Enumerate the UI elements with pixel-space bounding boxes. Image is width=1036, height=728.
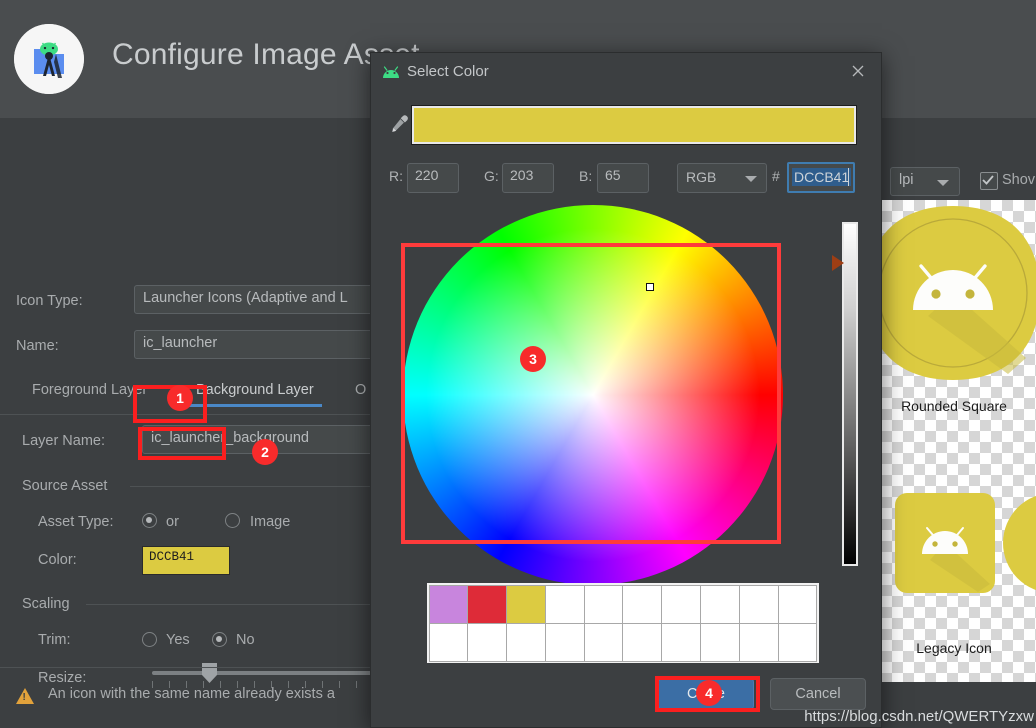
hex-input-value: DCCB41 [792,168,852,186]
dialog-titlebar: Select Color [371,53,881,93]
color-field[interactable]: DCCB41 [142,546,230,575]
name-label: Name: [16,338,59,354]
palette-swatch[interactable] [661,622,702,662]
annotation-badge-3: 3 [520,346,546,372]
brightness-slider[interactable] [842,222,858,566]
preview-rounded-square-label: Rounded Square [901,398,1007,414]
selected-color-preview [411,105,857,145]
b-label: B: [579,168,593,184]
palette-swatch[interactable] [777,584,818,624]
palette-swatch[interactable] [428,584,469,624]
color-label: Color: [38,552,77,568]
dialog-title: Select Color [407,63,489,80]
asset-type-image-label: Image [250,514,291,530]
palette-swatch[interactable] [467,622,508,662]
preview-legacy-icon-label: Legacy Icon [916,640,992,656]
r-label: R: [389,168,403,184]
trim-yes-radio[interactable] [142,632,157,647]
preview-legacy-icon [895,493,995,593]
asset-type-label: Asset Type: [38,514,114,530]
palette-swatch[interactable] [661,584,702,624]
palette-swatch[interactable] [544,622,585,662]
palette-swatch[interactable] [738,584,779,624]
icon-type-label: Icon Type: [16,293,83,309]
show-safe-zone-checkbox[interactable] [980,172,998,190]
layer-name-label: Layer Name: [22,433,106,449]
annotation-badge-1: 1 [167,385,193,411]
tab-foreground-layer[interactable]: Foreground Layer [32,382,147,407]
trim-label: Trim: [38,632,71,648]
trim-no-radio[interactable] [212,632,227,647]
palette-swatch[interactable] [700,622,740,662]
close-icon[interactable] [849,63,867,81]
r-input[interactable]: 220 [407,163,459,193]
cancel-button[interactable]: Cancel [770,678,866,710]
annotation-badge-4: 4 [696,680,722,706]
g-input[interactable]: 203 [502,163,554,193]
android-studio-image-asset-icon [14,24,84,94]
palette-swatch[interactable] [467,584,508,624]
warning-triangle-icon [16,688,34,704]
preview-rounded-square-icon [870,206,1036,380]
source-asset-section-label: Source Asset [22,478,108,494]
g-label: G: [484,168,499,184]
tab-background-layer[interactable]: Background Layer [188,382,322,407]
palette-swatch[interactable] [428,622,469,662]
warning-text: An icon with the same name already exist… [48,686,335,702]
asset-type-image-radio[interactable] [225,513,240,528]
tab-options[interactable]: O [355,382,366,407]
app-root: Configure Image Asset Icon Type: Launche… [0,0,1036,728]
preview-panel: Rounded Square Legacy Icon [868,200,1036,682]
preview-circle-icon [1003,495,1036,591]
color-wheel[interactable] [403,205,783,585]
dpi-combo[interactable]: lpi [890,167,960,196]
palette-swatch[interactable] [777,622,818,662]
trim-yes-label: Yes [166,632,190,648]
watermark: https://blog.csdn.net/QWERTYzxw [804,708,1034,725]
palette-swatch[interactable] [622,584,663,624]
annotation-badge-2: 2 [252,439,278,465]
palette-swatch[interactable] [506,584,546,624]
brightness-slider-pointer[interactable] [832,255,844,271]
palette-swatch[interactable] [583,622,624,662]
asset-type-color-radio[interactable] [142,513,157,528]
palette-swatch[interactable] [583,584,624,624]
hex-input[interactable]: DCCB41 [787,162,855,193]
asset-type-color-label: or [166,514,179,530]
recent-colors-palette[interactable] [427,583,819,663]
palette-swatch[interactable] [544,584,585,624]
b-input[interactable]: 65 [597,163,649,193]
eyedropper-icon[interactable] [388,113,410,137]
palette-swatch[interactable] [738,622,779,662]
hash-label: # [772,168,780,184]
text-caret [848,168,849,186]
palette-swatch[interactable] [506,622,546,662]
scaling-section-label: Scaling [22,596,70,612]
palette-swatch[interactable] [700,584,740,624]
palette-swatch[interactable] [622,622,663,662]
color-mode-combo[interactable]: RGB [677,163,767,193]
color-wheel-marker[interactable] [646,283,654,291]
show-label: Shov [1002,172,1036,188]
android-head-icon [383,66,399,78]
trim-no-label: No [236,632,255,648]
